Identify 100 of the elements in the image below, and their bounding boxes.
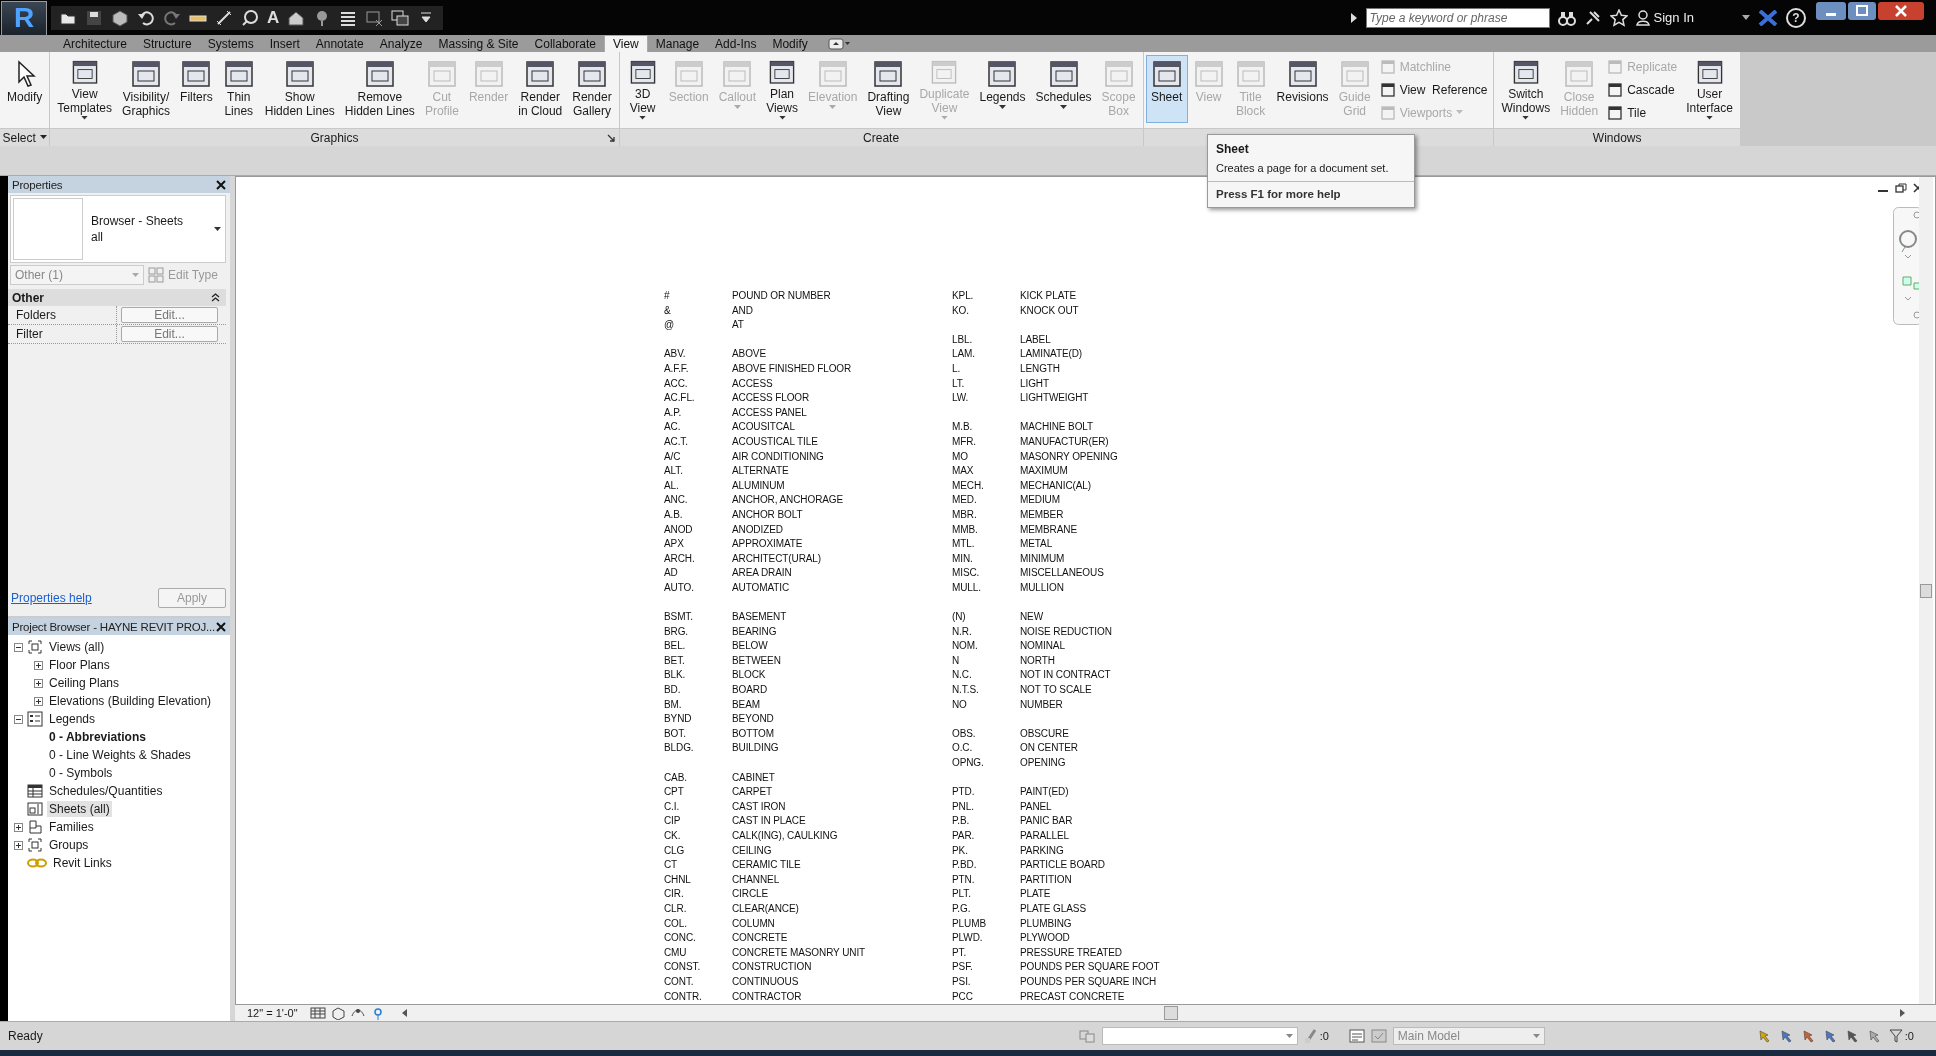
tree-item[interactable]: 0 - Symbols [47, 765, 115, 781]
ribbon-button[interactable]: Filters [175, 55, 218, 123]
ribbon-button[interactable]: Switch Windows [1496, 55, 1556, 123]
text-tool-button[interactable]: A [267, 8, 280, 27]
abbreviation: BYND [664, 712, 693, 727]
scrollbar[interactable] [1919, 177, 1933, 1004]
abbreviation: MISC. [952, 566, 981, 581]
ribbon-button[interactable]: Modify [2, 55, 48, 123]
scale-button[interactable]: 12" = 1'-0" [247, 1007, 298, 1019]
cube-icon[interactable] [111, 8, 129, 27]
tree-item[interactable]: Ceiling Plans [47, 675, 122, 691]
minimize-icon[interactable] [1816, 2, 1846, 20]
type-selector[interactable]: Browser - Sheets all [10, 195, 226, 263]
app-menu-button[interactable]: R [1, 0, 47, 36]
detail-level-icon[interactable] [309, 1006, 326, 1020]
close-icon[interactable] [216, 621, 226, 632]
scrollbar-thumb[interactable] [1920, 584, 1932, 598]
abbreviation-meaning: ANCHOR, ANCHORAGE [732, 493, 844, 508]
help-button[interactable]: ? [1786, 7, 1806, 28]
expand-icon[interactable] [14, 822, 23, 832]
ribbon-button[interactable]: Revisions [1271, 55, 1334, 123]
view-icon [27, 639, 43, 655]
ribbon-button[interactable]: View Templates [52, 55, 118, 123]
ribbon-tab[interactable]: Architecture [55, 36, 136, 52]
ribbon-tab[interactable]: Add-Ins [707, 36, 765, 52]
launcher-icon[interactable] [606, 134, 615, 142]
edit-button[interactable]: Edit... [121, 307, 218, 323]
ribbon-button[interactable]: Render Gallery [567, 55, 617, 123]
filter-icon[interactable] [1888, 1029, 1903, 1043]
expand-icon[interactable] [34, 660, 43, 670]
tree-item[interactable]: Families [47, 819, 96, 835]
ribbon-tab[interactable]: Collaborate [526, 36, 604, 52]
ribbon-tab[interactable]: Systems [199, 36, 262, 52]
tree-item[interactable]: 0 - Line Weights & Shades [47, 747, 193, 763]
cube-icon[interactable] [329, 1006, 346, 1020]
tree-item[interactable]: Legends [47, 711, 98, 727]
properties-help-link[interactable]: Properties help [11, 591, 92, 605]
ribbon-button[interactable]: Thin Lines [217, 55, 260, 123]
abbreviation: CPT [664, 785, 685, 800]
expand-icon[interactable] [14, 840, 23, 850]
save-icon[interactable] [85, 8, 103, 27]
ribbon-button[interactable]: Legends [974, 55, 1031, 123]
caret-icon[interactable] [1742, 14, 1750, 21]
ribbon-button[interactable]: View Reference [1379, 80, 1488, 99]
windows-icon[interactable] [391, 8, 410, 27]
ribbon-button[interactable]: Drafting View [862, 55, 915, 123]
search-field[interactable]: Type a keyword or phrase [1365, 7, 1550, 28]
abbreviation-meaning: BETWEEN [732, 653, 781, 668]
close-windows-icon[interactable] [365, 8, 384, 27]
ribbon-toggle-icon[interactable] [827, 38, 850, 50]
ribbon-button[interactable]: Cascade [1607, 80, 1678, 99]
ribbon-button[interactable]: Remove Hidden Lines [339, 55, 420, 123]
expand-icon[interactable] [1349, 11, 1358, 24]
ribbon-button[interactable]: User Interface [1681, 55, 1738, 123]
scrollbar-thumb[interactable] [1163, 1006, 1178, 1020]
ribbon-tab[interactable]: Structure [135, 36, 200, 52]
abbreviation-meaning: OPENING [1020, 756, 1066, 770]
ribbon-tab[interactable]: Modify [764, 36, 816, 52]
ribbon-tab[interactable]: Analyze [371, 36, 431, 52]
dimension-icon[interactable] [215, 8, 233, 27]
ribbon-button[interactable]: Plan Views [761, 55, 804, 123]
undo-icon[interactable] [137, 8, 155, 27]
collapse-icon[interactable] [14, 642, 23, 652]
sign-in-button[interactable]: Sign In [1635, 9, 1694, 26]
exchange-icon[interactable] [1758, 9, 1778, 26]
ribbon-tab[interactable]: Massing & Site [430, 36, 527, 52]
ribbon-button[interactable]: Show Hidden Lines [259, 55, 340, 123]
collapse-icon[interactable] [14, 714, 23, 724]
ribbon-button[interactable]: Schedules [1030, 55, 1097, 123]
tree-item[interactable]: Floor Plans [47, 657, 112, 673]
scroll-left-icon[interactable] [401, 1009, 408, 1017]
tree-item[interactable]: 0 - Abbreviations [47, 729, 148, 745]
collapse-icon[interactable] [211, 293, 220, 302]
scroll-right-icon[interactable] [1900, 1009, 1906, 1017]
ribbon-button[interactable]: Sheet [1145, 55, 1188, 123]
panel-menu-button[interactable]: Select [2, 130, 47, 145]
abbreviation-meaning: NEW [1020, 610, 1044, 625]
tree-item[interactable]: Revit Links [51, 855, 114, 871]
ribbon-tab[interactable]: Insert [261, 36, 308, 52]
expand-icon[interactable] [34, 678, 43, 688]
edit-button[interactable]: Edit... [121, 326, 218, 342]
star-icon[interactable] [1609, 8, 1628, 27]
ribbon-tab[interactable]: Annotate [307, 36, 372, 52]
close-icon[interactable] [1878, 2, 1924, 20]
redo-icon[interactable] [163, 8, 181, 27]
ribbon-button[interactable]: Tile [1607, 103, 1678, 122]
ribbon-tab[interactable]: Manage [647, 36, 708, 52]
close-icon[interactable] [216, 179, 226, 190]
tree-item[interactable]: Elevations (Building Elevation) [47, 693, 214, 709]
restore-icon[interactable] [1895, 183, 1907, 193]
ribbon-button[interactable]: 3D View [621, 55, 664, 123]
tree-item[interactable]: Groups [47, 837, 91, 853]
ribbon-button[interactable]: Render in Cloud [513, 55, 568, 123]
tree-item[interactable]: Schedules/Quantities [47, 783, 165, 799]
maximize-icon[interactable] [1848, 2, 1876, 20]
ribbon-tab[interactable]: View [603, 35, 648, 52]
expand-icon[interactable] [34, 696, 43, 706]
tree-item[interactable]: Views (all) [47, 639, 107, 655]
tree-item[interactable]: Sheets (all) [47, 801, 112, 817]
ribbon-button[interactable]: Visibility/ Graphics [117, 55, 176, 123]
